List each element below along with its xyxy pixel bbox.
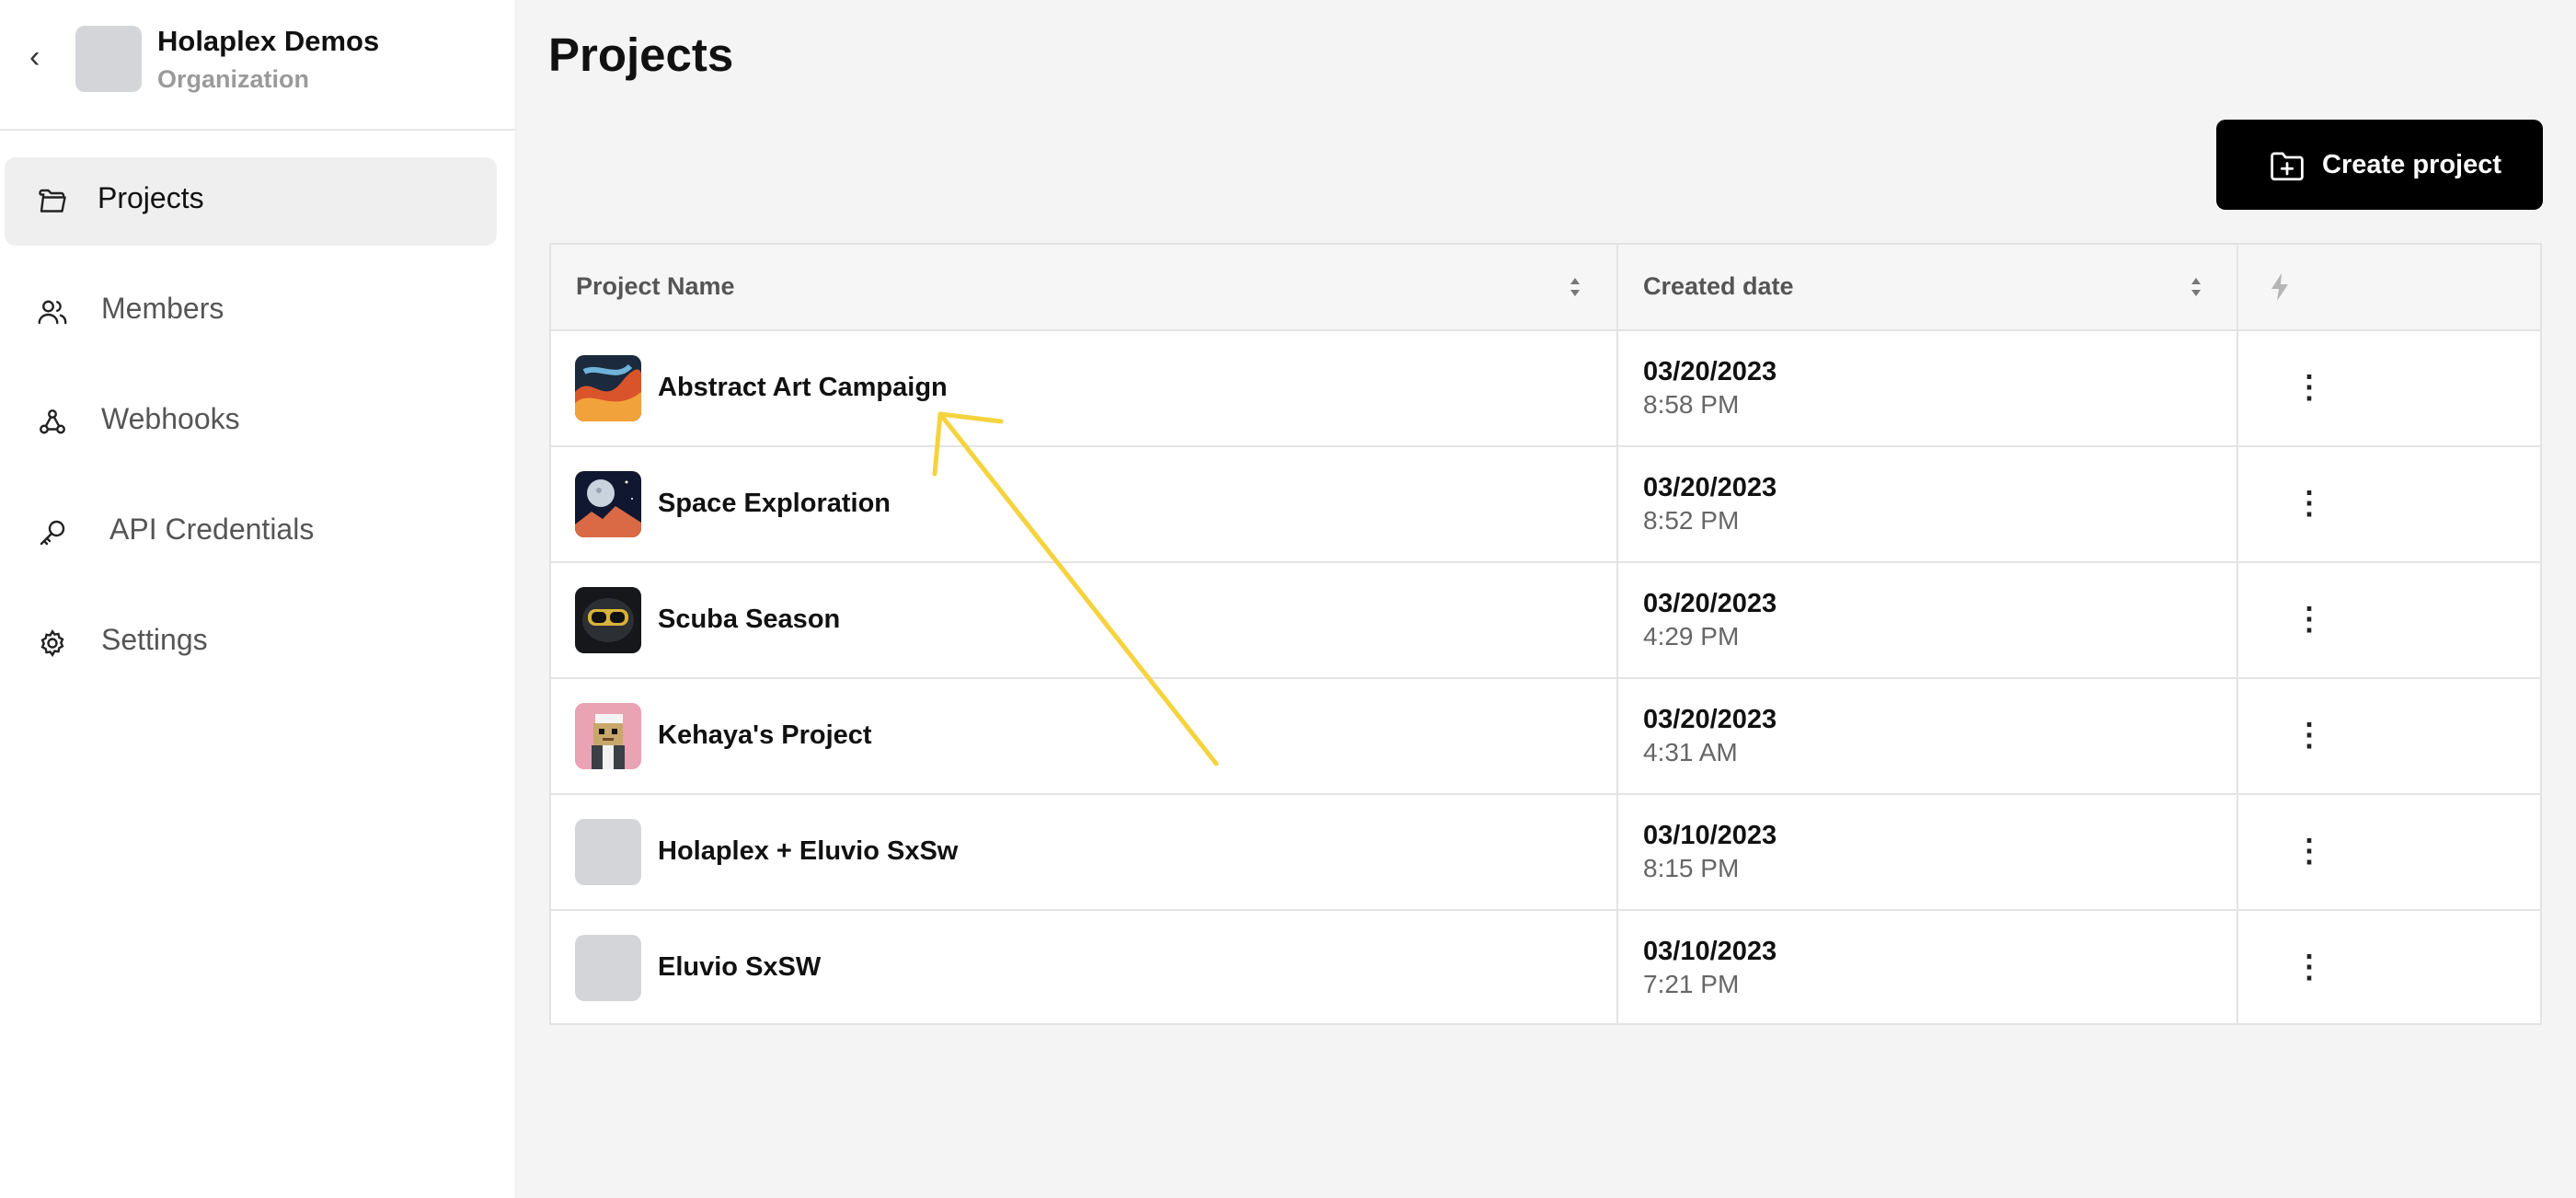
org-name: Holaplex Demos <box>157 25 380 57</box>
org-type: Organization <box>157 65 310 93</box>
sidebar-item-label: API Credentials <box>109 513 315 546</box>
project-name[interactable]: Eluvio SxSW <box>658 952 821 983</box>
project-thumbnail <box>575 471 641 537</box>
create-project-label: Create project <box>2322 150 2502 179</box>
table-body: Abstract Art Campaign 03/20/2023 8:58 PM… <box>551 329 2540 1023</box>
column-header-project-name[interactable]: Project Name <box>576 272 735 301</box>
created-date: 03/10/2023 <box>1643 821 1777 850</box>
project-name[interactable]: Kehaya's Project <box>658 720 872 751</box>
project-name[interactable]: Scuba Season <box>658 605 840 635</box>
lightning-icon <box>2271 273 2288 301</box>
created-time: 4:31 AM <box>1643 738 1738 766</box>
more-vertical-icon[interactable]: ⋮ <box>2291 366 2328 409</box>
sidebar-item-label: Projects <box>98 181 204 214</box>
more-vertical-icon[interactable]: ⋮ <box>2291 598 2328 640</box>
page-title: Projects <box>548 29 734 81</box>
project-thumbnail <box>575 587 641 653</box>
created-time: 8:52 PM <box>1643 506 1740 535</box>
table-row[interactable]: Eluvio SxSW 03/10/2023 7:21 PM ⋮ <box>551 909 2540 1025</box>
created-date: 03/20/2023 <box>1643 705 1777 734</box>
more-vertical-icon[interactable]: ⋮ <box>2291 482 2328 524</box>
sidebar-item-webhooks[interactable]: Webhooks <box>5 378 497 467</box>
created-date: 03/20/2023 <box>1643 589 1777 618</box>
projects-table: Project Name Created date Abstract Art C… <box>549 243 2542 1025</box>
sidebar-item-api-credentials[interactable]: API Credentials <box>5 489 497 577</box>
created-time: 8:15 PM <box>1643 854 1740 882</box>
created-date: 03/20/2023 <box>1643 473 1777 502</box>
created-time: 7:21 PM <box>1643 970 1740 998</box>
sidebar-item-settings[interactable]: Settings <box>5 599 497 687</box>
org-switcher[interactable]: ‹ Holaplex Demos Organization <box>0 0 515 131</box>
sidebar-item-label: Webhooks <box>101 402 240 435</box>
created-time: 8:58 PM <box>1643 390 1740 419</box>
users-icon <box>38 300 67 325</box>
create-project-button[interactable]: Create project <box>2216 120 2543 210</box>
created-time: 4:29 PM <box>1643 622 1740 651</box>
folder-plus-icon <box>2271 152 2304 181</box>
project-name[interactable]: Holaplex + Eluvio SxSw <box>658 836 958 867</box>
table-row[interactable]: Holaplex + Eluvio SxSw 03/10/2023 8:15 P… <box>551 793 2540 911</box>
created-date: 03/10/2023 <box>1643 937 1777 966</box>
table-row[interactable]: Scuba Season 03/20/2023 4:29 PM ⋮ <box>551 561 2540 679</box>
sidebar-item-projects[interactable]: Projects <box>5 157 497 246</box>
sidebar-item-label: Members <box>101 292 224 325</box>
more-vertical-icon[interactable]: ⋮ <box>2291 946 2328 988</box>
sidebar-item-label: Settings <box>101 623 208 656</box>
project-thumbnail <box>575 703 641 769</box>
created-date: 03/20/2023 <box>1643 357 1777 386</box>
table-header: Project Name Created date <box>551 245 2540 331</box>
back-chevron-icon[interactable]: ‹ <box>29 41 52 73</box>
table-row[interactable]: Abstract Art Campaign 03/20/2023 8:58 PM… <box>551 329 2540 447</box>
key-icon <box>40 520 65 546</box>
more-vertical-icon[interactable]: ⋮ <box>2291 714 2328 756</box>
project-name[interactable]: Abstract Art Campaign <box>658 373 948 403</box>
project-thumbnail-placeholder <box>575 819 641 885</box>
webhook-icon <box>40 409 65 434</box>
org-avatar <box>75 26 142 92</box>
folder-icon <box>39 189 66 213</box>
project-name[interactable]: Space Exploration <box>658 489 891 519</box>
project-thumbnail-placeholder <box>575 935 641 1001</box>
sidebar: ‹ Holaplex Demos Organization Projects M… <box>0 0 516 1198</box>
table-row[interactable]: Kehaya's Project 03/20/2023 4:31 AM ⋮ <box>551 677 2540 795</box>
table-row[interactable]: Space Exploration 03/20/2023 8:52 PM ⋮ <box>551 445 2540 563</box>
sort-icon[interactable] <box>2190 276 2202 298</box>
gear-icon <box>40 629 64 657</box>
sidebar-item-members[interactable]: Members <box>5 268 497 356</box>
project-thumbnail <box>575 355 641 421</box>
sort-icon[interactable] <box>1569 276 1581 298</box>
more-vertical-icon[interactable]: ⋮ <box>2291 830 2328 872</box>
column-header-created-date[interactable]: Created date <box>1643 272 1794 301</box>
